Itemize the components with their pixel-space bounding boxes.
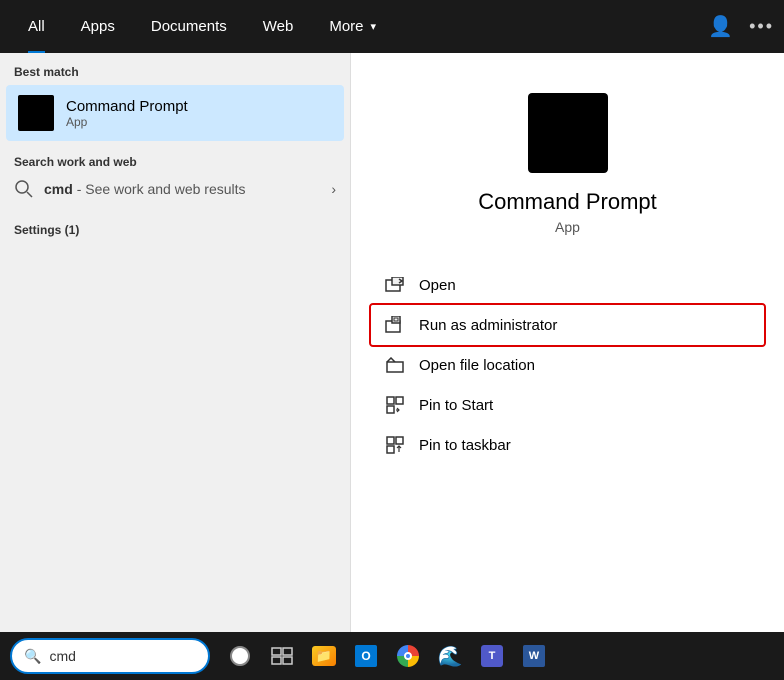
taskbar-icons: 📁 O 🌊 T W [226,642,548,670]
location-icon [385,355,405,375]
nav-tabs: All Apps Documents Web More ▾ [10,0,394,53]
pin-start-icon [385,395,405,415]
file-explorer-button[interactable]: 📁 [310,642,338,670]
left-panel: Best match Command Prompt App Search wor… [0,53,350,632]
start-button[interactable] [226,642,254,670]
taskbar-search-value: cmd [49,648,75,664]
tab-more[interactable]: More ▾ [311,0,394,53]
action-list: Open Run as administrator [351,265,784,465]
app-name: Command Prompt [478,189,657,215]
action-pin-start[interactable]: Pin to Start [371,385,764,425]
search-web-label: Search work and web [14,155,336,169]
word-button[interactable]: W [520,642,548,670]
taskbar-search-icon: 🔍 [24,648,41,665]
app-icon-large [528,93,608,173]
search-web-left: cmd - See work and web results [14,179,246,199]
cmd-icon [18,95,54,131]
more-options-icon[interactable]: ••• [749,16,774,37]
right-panel: Command Prompt App Open [350,53,784,632]
admin-icon [385,315,405,335]
search-keyword: cmd [44,181,73,197]
search-web-section: Search work and web cmd - See work and w… [0,141,350,209]
action-pin-taskbar[interactable]: Pin to taskbar [371,425,764,465]
search-desc: - See work and web results [77,181,246,197]
action-run-admin[interactable]: Run as administrator [371,305,764,345]
taskbar-search[interactable]: 🔍 cmd [10,638,210,674]
edge-button[interactable]: 🌊 [436,642,464,670]
best-match-title: Command Prompt [66,98,188,115]
pin-taskbar-icon [385,435,405,455]
taskbar: 🔍 cmd 📁 O 🌊 [0,632,784,680]
settings-label: Settings (1) [14,223,336,237]
tab-all[interactable]: All [10,0,63,53]
chevron-down-icon: ▾ [371,20,377,33]
search-web-item[interactable]: cmd - See work and web results › [14,175,336,203]
tab-documents[interactable]: Documents [133,0,245,53]
settings-section: Settings (1) [0,209,350,243]
outlook-button[interactable]: O [352,642,380,670]
open-icon [385,275,405,295]
app-type: App [555,219,580,235]
teams-button[interactable]: T [478,642,506,670]
best-match-text: Command Prompt App [66,98,188,129]
action-open-location[interactable]: Open file location [371,345,764,385]
action-open[interactable]: Open [371,265,764,305]
best-match-subtitle: App [66,115,188,129]
main-container: Best match Command Prompt App Search wor… [0,53,784,632]
best-match-item[interactable]: Command Prompt App [6,85,344,141]
chrome-button[interactable] [394,642,422,670]
tab-web[interactable]: Web [245,0,312,53]
chevron-right-icon: › [331,181,336,197]
task-view-button[interactable] [268,642,296,670]
top-nav: All Apps Documents Web More ▾ 👤 ••• [0,0,784,53]
tab-apps[interactable]: Apps [63,0,133,53]
user-icon[interactable]: 👤 [708,14,733,39]
search-loop-icon [14,179,34,199]
best-match-label: Best match [0,53,350,85]
nav-icons-right: 👤 ••• [708,14,774,39]
